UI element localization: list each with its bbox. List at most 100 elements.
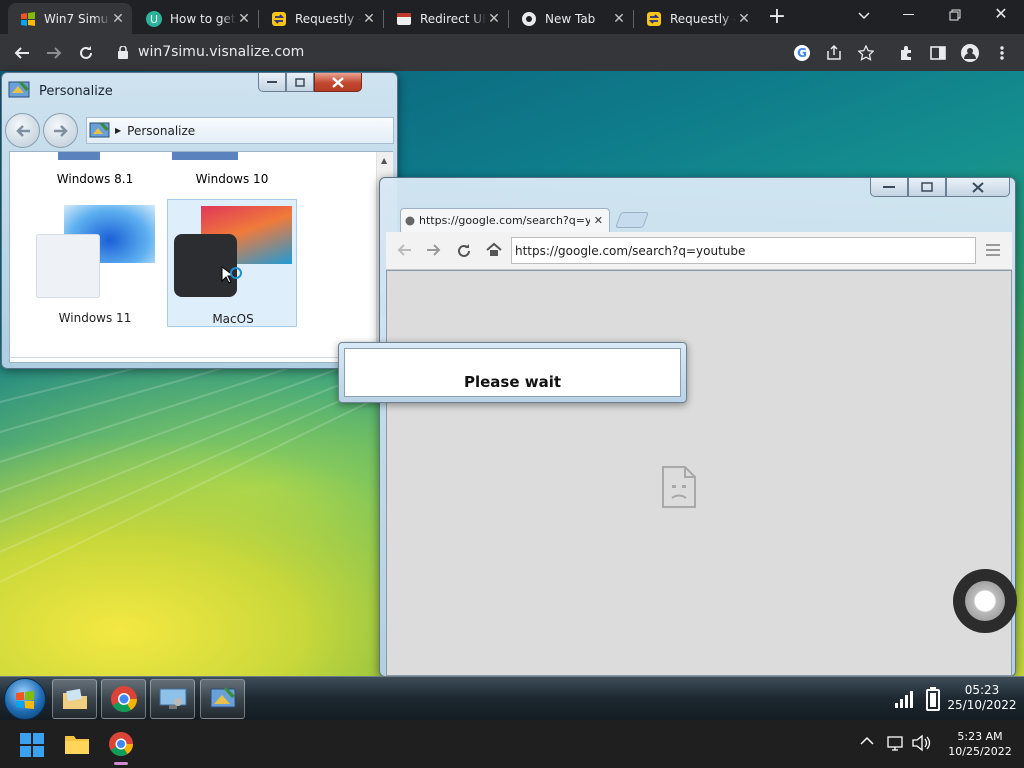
new-tab-plus-icon[interactable]: + xyxy=(764,6,790,30)
taskbar-chrome[interactable] xyxy=(101,679,146,719)
close-window-icon[interactable]: ✕ xyxy=(988,4,1014,26)
host-tab-requestly-1[interactable]: Requestly - ✕ xyxy=(259,3,383,34)
theme-label[interactable]: Windows 10 xyxy=(177,172,287,186)
host-address-bar[interactable]: win7simu.visnalize.com xyxy=(108,38,888,66)
share-icon[interactable] xyxy=(821,40,847,66)
back-arrow-icon[interactable] xyxy=(396,243,412,257)
google-icon[interactable]: G xyxy=(789,40,815,66)
reload-icon[interactable] xyxy=(73,40,99,66)
close-tab-icon[interactable]: ✕ xyxy=(110,11,126,27)
emulated-tab[interactable]: https://google.com/search?q=youtube ✕ xyxy=(400,208,610,232)
taskbar-display[interactable] xyxy=(150,679,195,719)
host-taskbar: 5:23 AM 10/25/2022 xyxy=(0,720,1024,768)
close-tab-icon[interactable]: ✕ xyxy=(236,11,252,27)
menu-kebab-icon[interactable] xyxy=(989,40,1015,66)
sad-page-icon xyxy=(661,465,697,509)
close-tab-icon[interactable]: ✕ xyxy=(361,11,377,27)
taskbar-explorer[interactable] xyxy=(52,679,97,719)
host-tab-strip: Win7 Simu ✕ U How to get ✕ Requestly - ✕… xyxy=(0,0,1024,34)
chrome-icon xyxy=(521,11,537,27)
tab-search-chevron-icon[interactable] xyxy=(852,4,876,28)
minimize-button[interactable] xyxy=(258,73,286,92)
emulated-page xyxy=(386,270,1012,676)
host-tab-title: New Tab xyxy=(545,11,596,26)
record-circle-icon xyxy=(965,581,1005,621)
personalize-app-icon xyxy=(7,79,31,103)
taskbar-personalize[interactable] xyxy=(200,679,245,719)
chrome-icon[interactable] xyxy=(108,731,134,757)
svg-text:U: U xyxy=(150,13,158,26)
close-tab-icon[interactable]: ✕ xyxy=(611,11,627,27)
host-tab-redirect-url[interactable]: Redirect UR ✕ xyxy=(384,3,508,34)
volume-icon[interactable] xyxy=(912,734,932,752)
win7-clock[interactable]: 05:23 25/10/2022 xyxy=(945,683,1019,713)
emulated-tab-title: https://google.com/search?q=youtube xyxy=(419,214,590,227)
host-tab-requestly-2[interactable]: Requestly - ✕ xyxy=(634,3,758,34)
globe-icon xyxy=(405,216,415,226)
host-tab-how-to-get[interactable]: U How to get ✕ xyxy=(134,3,258,34)
signal-icon[interactable] xyxy=(895,689,917,709)
theme-macos[interactable]: MacOS xyxy=(167,199,297,327)
theme-label: MacOS xyxy=(212,312,254,326)
breadcrumb-chevron-icon[interactable]: ▶ xyxy=(115,126,121,135)
windows-start-icon[interactable] xyxy=(20,733,44,757)
home-icon[interactable] xyxy=(486,242,502,258)
maximize-button[interactable] xyxy=(286,73,314,92)
battery-icon[interactable] xyxy=(926,687,940,711)
profile-avatar-icon[interactable] xyxy=(957,40,983,66)
win7-start-button[interactable] xyxy=(4,678,46,720)
theme-windows-11[interactable]: Windows 11 xyxy=(30,199,160,327)
host-toolbar: win7simu.visnalize.com G xyxy=(0,34,1024,71)
breadcrumb[interactable]: ▶ Personalize xyxy=(86,117,394,144)
maximize-button[interactable] xyxy=(908,178,946,197)
u-icon: U xyxy=(146,10,162,27)
restore-icon[interactable] xyxy=(942,4,968,26)
new-tab-button[interactable] xyxy=(615,212,649,228)
minimize-button[interactable] xyxy=(870,178,908,197)
reload-icon[interactable] xyxy=(456,243,472,259)
win7-time: 05:23 xyxy=(964,683,1000,697)
close-tab-icon[interactable]: ✕ xyxy=(736,11,752,27)
back-button[interactable] xyxy=(5,113,40,148)
personalize-window: Personalize ▶ Personalize Windows 8.1 Wi… xyxy=(1,72,398,369)
forward-arrow-icon[interactable] xyxy=(41,40,67,66)
host-tab-title: Requestly - xyxy=(670,11,736,26)
lock-icon xyxy=(118,45,128,59)
emulated-address-bar[interactable]: https://google.com/search?q=youtube xyxy=(511,237,976,264)
back-arrow-icon[interactable] xyxy=(9,40,35,66)
side-panel-icon[interactable] xyxy=(925,40,951,66)
scroll-up-icon[interactable]: ▲ xyxy=(381,156,387,165)
host-clock[interactable]: 5:23 AM 10/25/2022 xyxy=(940,729,1020,759)
emulated-toolbar: https://google.com/search?q=youtube xyxy=(386,232,1012,270)
close-tab-icon[interactable]: ✕ xyxy=(594,214,603,227)
close-tab-icon[interactable]: ✕ xyxy=(486,11,502,27)
theme-label[interactable]: Windows 8.1 xyxy=(40,172,150,186)
close-button[interactable] xyxy=(946,178,1010,197)
close-button[interactable] xyxy=(314,73,362,92)
personalize-icon xyxy=(208,685,238,713)
hamburger-menu-icon[interactable] xyxy=(986,244,1000,256)
minimize-icon[interactable] xyxy=(896,4,922,26)
host-tab-new-tab[interactable]: New Tab ✕ xyxy=(509,3,633,34)
requestly-icon xyxy=(646,11,662,27)
themes-panel: Windows 8.1 Windows 10 Windows 11 MacOS … xyxy=(9,151,393,363)
file-explorer-icon[interactable] xyxy=(64,733,90,755)
extensions-puzzle-icon[interactable] xyxy=(893,40,919,66)
win7-taskbar: 05:23 25/10/2022 xyxy=(0,676,1024,720)
forward-arrow-icon[interactable] xyxy=(426,243,442,257)
win7-icon xyxy=(20,11,36,27)
floating-action-button[interactable] xyxy=(953,569,1017,633)
requestly-icon xyxy=(271,11,287,27)
show-hidden-icons-chevron-icon[interactable] xyxy=(860,736,874,746)
host-tab-title: Redirect UR xyxy=(420,11,486,26)
forward-button[interactable] xyxy=(43,113,78,148)
host-date: 10/25/2022 xyxy=(948,745,1012,758)
window-title: Personalize xyxy=(39,84,113,99)
busy-cursor-icon xyxy=(221,266,243,288)
host-tab-title: Win7 Simu xyxy=(44,11,109,26)
breadcrumb-item[interactable]: Personalize xyxy=(127,124,195,138)
bookmark-star-icon[interactable] xyxy=(853,40,879,66)
theme-label: Windows 11 xyxy=(58,311,132,325)
network-icon[interactable] xyxy=(887,734,905,752)
host-tab-win7-simu[interactable]: Win7 Simu ✕ xyxy=(8,3,132,34)
